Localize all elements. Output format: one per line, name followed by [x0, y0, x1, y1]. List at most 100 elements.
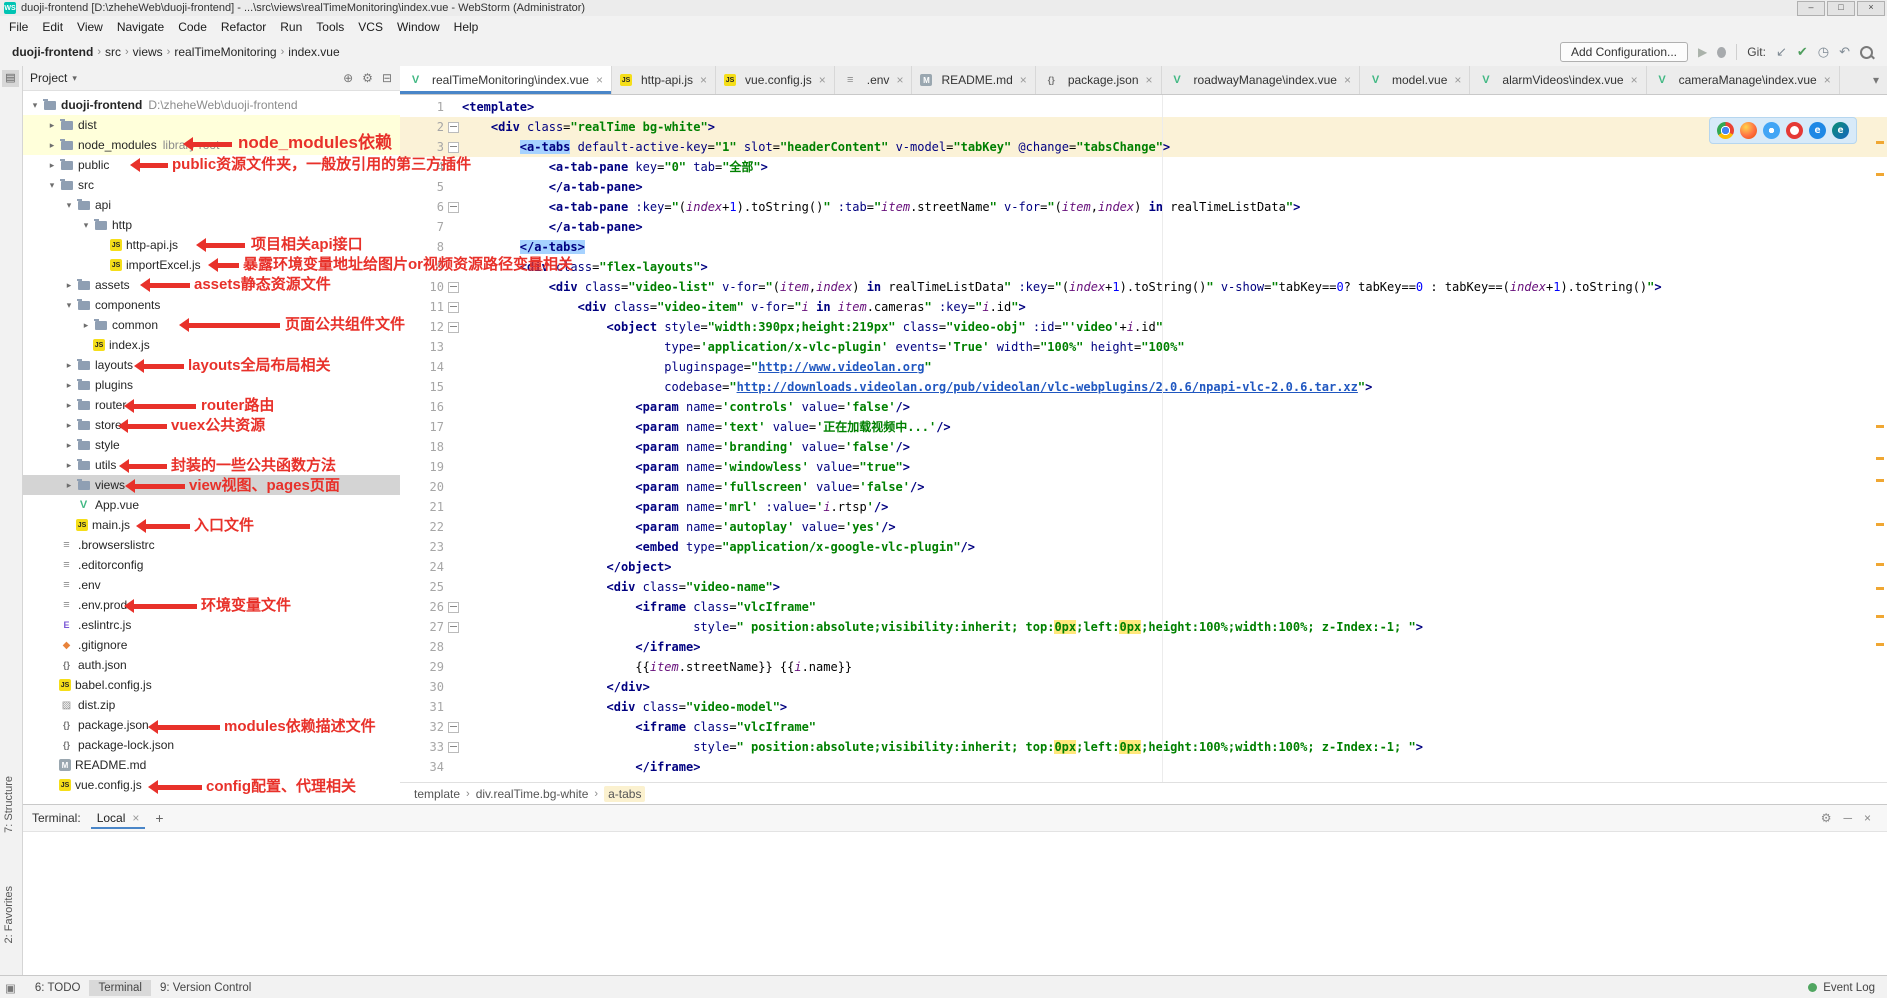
tree-item-style[interactable]: ▸style: [22, 435, 400, 455]
chevron-right-icon[interactable]: ▸: [79, 320, 93, 331]
code-line[interactable]: 27 style=" position:absolute;visibility:…: [400, 617, 1887, 637]
tab-close-icon[interactable]: ×: [896, 73, 903, 87]
code-line[interactable]: 12 <object style="width:390px;height:219…: [400, 317, 1887, 337]
tree-item-.browserslistrc[interactable]: ≡.browserslistrc: [22, 535, 400, 555]
code-line[interactable]: 26 <iframe class="vlcIframe": [400, 597, 1887, 617]
run-icon[interactable]: ▶: [1698, 45, 1707, 59]
tree-item-main.js[interactable]: JSmain.js: [22, 515, 400, 535]
fold-icon[interactable]: [448, 622, 459, 633]
code-line[interactable]: 8 </a-tabs>: [400, 237, 1887, 257]
tree-item-dist.zip[interactable]: ▨dist.zip: [22, 695, 400, 715]
tab-close-icon[interactable]: ×: [819, 73, 826, 87]
code-line[interactable]: 13 type='application/x-vlc-plugin' event…: [400, 337, 1887, 357]
add-configuration-button[interactable]: Add Configuration...: [1560, 42, 1688, 62]
tree-item-plugins[interactable]: ▸plugins: [22, 375, 400, 395]
tree-item-components[interactable]: ▾components: [22, 295, 400, 315]
tab-close-icon[interactable]: ×: [1146, 73, 1153, 87]
terminal-output[interactable]: [22, 832, 1887, 840]
terminal-tab-local[interactable]: Local ×: [91, 807, 146, 829]
fold-gutter[interactable]: [444, 117, 462, 137]
chevron-down-icon[interactable]: ▾: [28, 100, 42, 111]
chevron-right-icon[interactable]: ▸: [62, 280, 76, 291]
chevron-right-icon[interactable]: ▸: [45, 160, 59, 171]
menu-refactor[interactable]: Refactor: [214, 18, 273, 36]
code-line[interactable]: 10 <div class="video-list" v-for="(item,…: [400, 277, 1887, 297]
code-line[interactable]: 2 <div class="realTime bg-white">: [400, 117, 1887, 137]
tree-item-.gitignore[interactable]: ◆.gitignore: [22, 635, 400, 655]
chevron-right-icon[interactable]: ▸: [62, 360, 76, 371]
editor-tab[interactable]: VroadwayManage\index.vue×: [1162, 66, 1360, 94]
tab-close-icon[interactable]: ×: [1454, 73, 1461, 87]
search-icon[interactable]: [1860, 46, 1873, 59]
git-commit-icon[interactable]: ✔: [1797, 44, 1808, 60]
code-line[interactable]: 22 <param name='autoplay' value='yes'/>: [400, 517, 1887, 537]
git-revert-icon[interactable]: ↶: [1839, 44, 1850, 60]
editor-breadcrumb-item[interactable]: template: [414, 787, 460, 801]
gear-icon[interactable]: ⚙: [1821, 811, 1832, 825]
locate-file-icon[interactable]: ⊕: [343, 71, 353, 85]
chevron-down-icon[interactable]: ▾: [62, 200, 76, 211]
fold-icon[interactable]: [448, 142, 459, 153]
safari-icon[interactable]: [1763, 122, 1780, 139]
fold-icon[interactable]: [448, 722, 459, 733]
close-button[interactable]: ×: [1857, 1, 1885, 16]
tree-item-vue.config.js[interactable]: JSvue.config.js: [22, 775, 400, 795]
fold-gutter[interactable]: [444, 617, 462, 637]
editor-breadcrumb-item[interactable]: a-tabs: [604, 786, 645, 802]
tree-item-duoji-frontend[interactable]: ▾duoji-frontendD:\zheheWeb\duoji-fronten…: [22, 95, 400, 115]
code-line[interactable]: 34 </iframe>: [400, 757, 1887, 777]
tool-window-switcher-icon[interactable]: ▣: [5, 981, 16, 995]
chevron-right-icon[interactable]: ▸: [45, 140, 59, 151]
code-line[interactable]: 9 <div class="flex-layouts">: [400, 257, 1887, 277]
tree-item-public[interactable]: ▸public: [22, 155, 400, 175]
editor-tab[interactable]: VrealTimeMonitoring\index.vue×: [400, 66, 612, 94]
code-line[interactable]: 11 <div class="video-item" v-for="i in i…: [400, 297, 1887, 317]
chevron-right-icon[interactable]: ▸: [62, 400, 76, 411]
tree-item-api[interactable]: ▾api: [22, 195, 400, 215]
code-line[interactable]: 28 </iframe>: [400, 637, 1887, 657]
tab-close-icon[interactable]: ×: [1631, 73, 1638, 87]
minimize-panel-icon[interactable]: ─: [1843, 811, 1852, 825]
menu-file[interactable]: File: [2, 18, 35, 36]
fold-gutter[interactable]: [444, 277, 462, 297]
fold-icon[interactable]: [448, 322, 459, 333]
fold-icon[interactable]: [448, 282, 459, 293]
fold-gutter[interactable]: [444, 137, 462, 157]
code-line[interactable]: 31 <div class="video-model">: [400, 697, 1887, 717]
tree-item-App.vue[interactable]: VApp.vue: [22, 495, 400, 515]
chevron-down-icon[interactable]: ▾: [62, 300, 76, 311]
code-line[interactable]: 32 <iframe class="vlcIframe": [400, 717, 1887, 737]
code-line[interactable]: 5 </a-tab-pane>: [400, 177, 1887, 197]
code-line[interactable]: 4 <a-tab-pane key="0" tab="全部">: [400, 157, 1887, 177]
tab-overflow-icon[interactable]: ▾: [1873, 66, 1887, 94]
tree-item-README.md[interactable]: MREADME.md: [22, 755, 400, 775]
tree-item-importExcel.js[interactable]: JSimportExcel.js: [22, 255, 400, 275]
breadcrumb-item[interactable]: realTimeMonitoring: [174, 45, 276, 59]
maximize-button[interactable]: □: [1827, 1, 1855, 16]
chevron-down-icon[interactable]: ▾: [72, 73, 77, 84]
code-line[interactable]: 21 <param name='mrl' :value='i.rtsp'/>: [400, 497, 1887, 517]
fold-icon[interactable]: [448, 302, 459, 313]
editor-breadcrumb-item[interactable]: div.realTime.bg-white: [476, 787, 589, 801]
editor-tab[interactable]: ValarmVideos\index.vue×: [1470, 66, 1646, 94]
fold-gutter[interactable]: [444, 717, 462, 737]
editor-tab[interactable]: JShttp-api.js×: [612, 66, 716, 94]
tree-item-store[interactable]: ▸store: [22, 415, 400, 435]
fold-icon[interactable]: [448, 202, 459, 213]
status-terminal[interactable]: Terminal: [89, 980, 150, 996]
tree-item-.env[interactable]: ≡.env: [22, 575, 400, 595]
code-line[interactable]: 17 <param name='text' value='正在加载视频中...'…: [400, 417, 1887, 437]
editor-tab[interactable]: Vmodel.vue×: [1360, 66, 1470, 94]
code-line[interactable]: 20 <param name='fullscreen' value='false…: [400, 477, 1887, 497]
chevron-right-icon[interactable]: ▸: [62, 380, 76, 391]
code-editor[interactable]: 1<template>2 <div class="realTime bg-whi…: [400, 95, 1887, 782]
chevron-right-icon[interactable]: ▸: [62, 480, 76, 491]
tab-close-icon[interactable]: ×: [1020, 73, 1027, 87]
editor-tab[interactable]: MREADME.md×: [912, 66, 1035, 94]
menu-vcs[interactable]: VCS: [351, 18, 390, 36]
menu-help[interactable]: Help: [447, 18, 486, 36]
tree-item-common[interactable]: ▸common: [22, 315, 400, 335]
status-todo[interactable]: 6: TODO: [26, 980, 90, 996]
menu-view[interactable]: View: [70, 18, 110, 36]
tree-item-layouts[interactable]: ▸layouts: [22, 355, 400, 375]
